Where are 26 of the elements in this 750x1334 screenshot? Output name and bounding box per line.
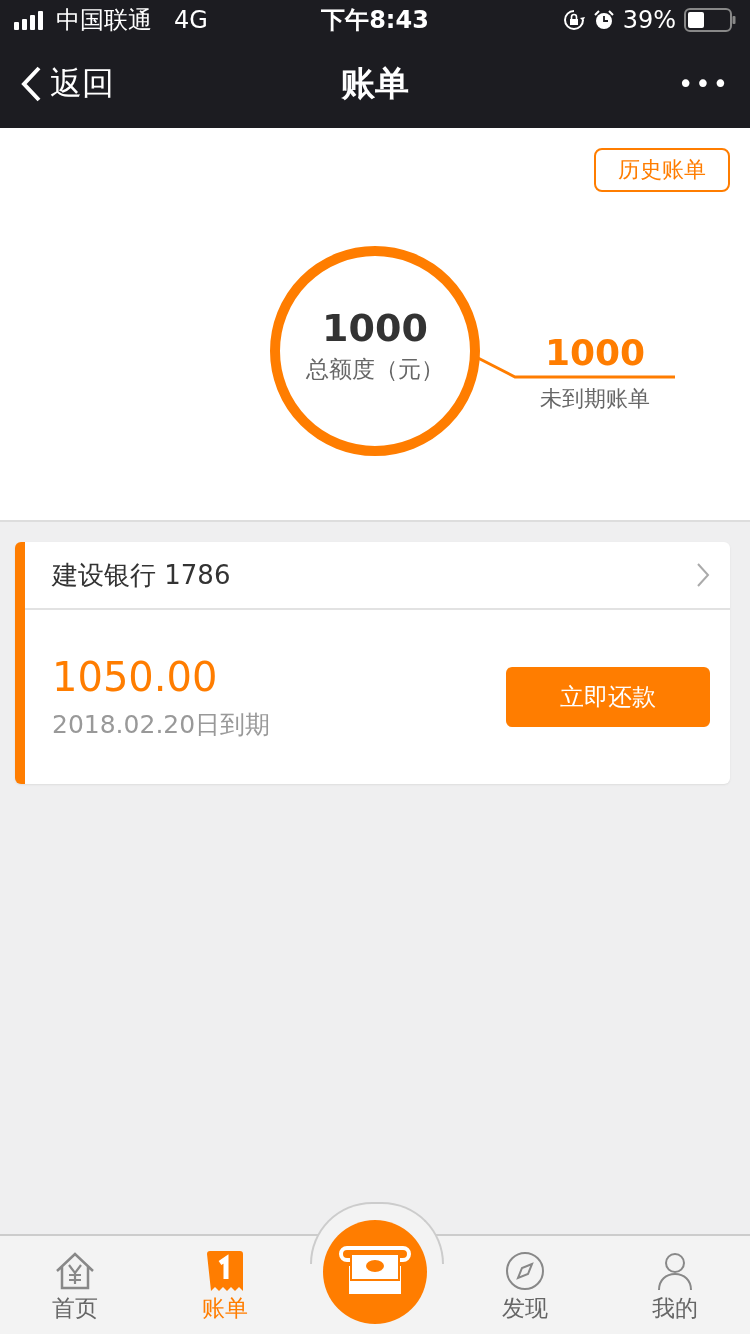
battery-percent: 39% (622, 6, 676, 34)
tab-item[interactable]: 发现 (450, 1236, 600, 1334)
more-button[interactable]: ••• (678, 69, 730, 99)
carrier-name: 中国联通 (56, 5, 152, 36)
tab-item[interactable]: 首页 (0, 1236, 150, 1334)
alarm-icon (592, 9, 615, 31)
page-title: 账单 (341, 62, 409, 105)
chevron-left-icon (20, 66, 42, 102)
bill-amount: 1050.00 (52, 653, 219, 700)
network-type: 4G (174, 6, 208, 34)
due-date: 2018.02.20日到期 (52, 708, 271, 741)
chevron-right-icon (696, 562, 710, 588)
tab-item[interactable]: 我的 (600, 1236, 750, 1334)
house-icon (54, 1251, 96, 1291)
receipt-icon (207, 1251, 243, 1291)
bank-row[interactable]: 建设银行 1786 (25, 542, 730, 610)
back-button[interactable]: 返回 (20, 62, 114, 106)
clock-time: 下午8:43 (321, 5, 429, 36)
battery-icon (684, 8, 736, 32)
rotation-lock-icon (562, 9, 585, 31)
compass-icon (505, 1251, 545, 1291)
pending-amount: 1000 (544, 332, 646, 374)
total-amount: 1000 (322, 306, 428, 350)
total-label: 总额度（元） (306, 355, 444, 384)
pending-label: 未到期账单 (540, 385, 650, 413)
person-icon (655, 1251, 695, 1291)
